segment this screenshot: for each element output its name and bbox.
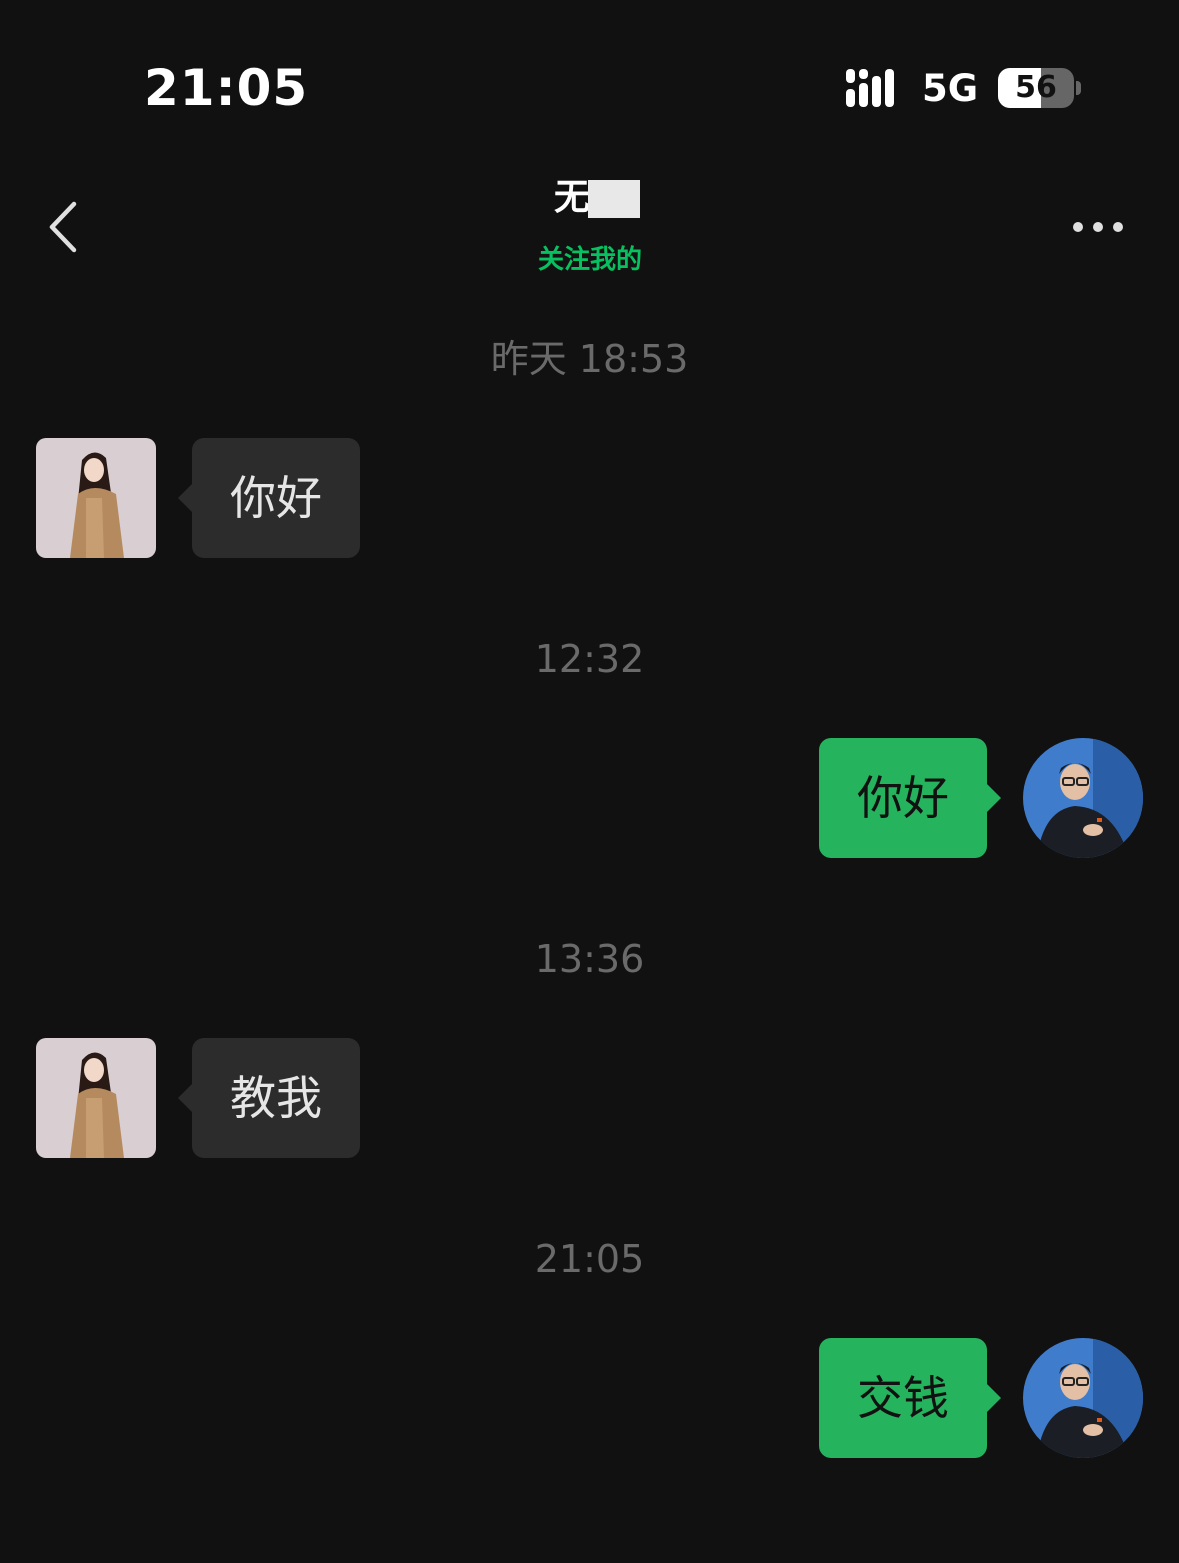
message-timestamp: 13:36 [534,937,645,981]
incoming-message-bubble[interactable]: 你好 [178,438,360,558]
woman-photo-avatar-icon [36,438,156,558]
follow-status-label: 关注我的 [537,245,642,275]
message-timestamp: 12:32 [534,637,645,681]
contact-avatar[interactable] [36,1038,156,1158]
more-dots-icon[interactable] [1068,212,1128,242]
battery-percent: 56 [1015,70,1057,105]
battery-cap [1076,81,1081,95]
outgoing-message-bubble[interactable]: 你好 [819,738,1001,858]
message-timestamp: 昨天 18:53 [490,337,689,381]
woman-photo-avatar-icon [36,1038,156,1158]
battery-icon: 56 [998,68,1074,108]
contact-avatar[interactable] [36,438,156,558]
status-bar-time: 21:05 [144,59,309,117]
title-redaction [588,180,640,218]
signal-bars-icon [846,69,894,107]
chevron-left-icon[interactable] [40,196,88,258]
man-photo-avatar-icon [1023,1338,1143,1458]
network-type: 5G [922,67,979,110]
my-avatar[interactable] [1023,738,1143,858]
man-photo-avatar-icon [1023,738,1143,858]
outgoing-message-bubble[interactable]: 交钱 [819,1338,1001,1458]
message-timestamp: 21:05 [534,1237,645,1281]
my-avatar[interactable] [1023,1338,1143,1458]
incoming-message-bubble[interactable]: 教我 [178,1038,360,1158]
